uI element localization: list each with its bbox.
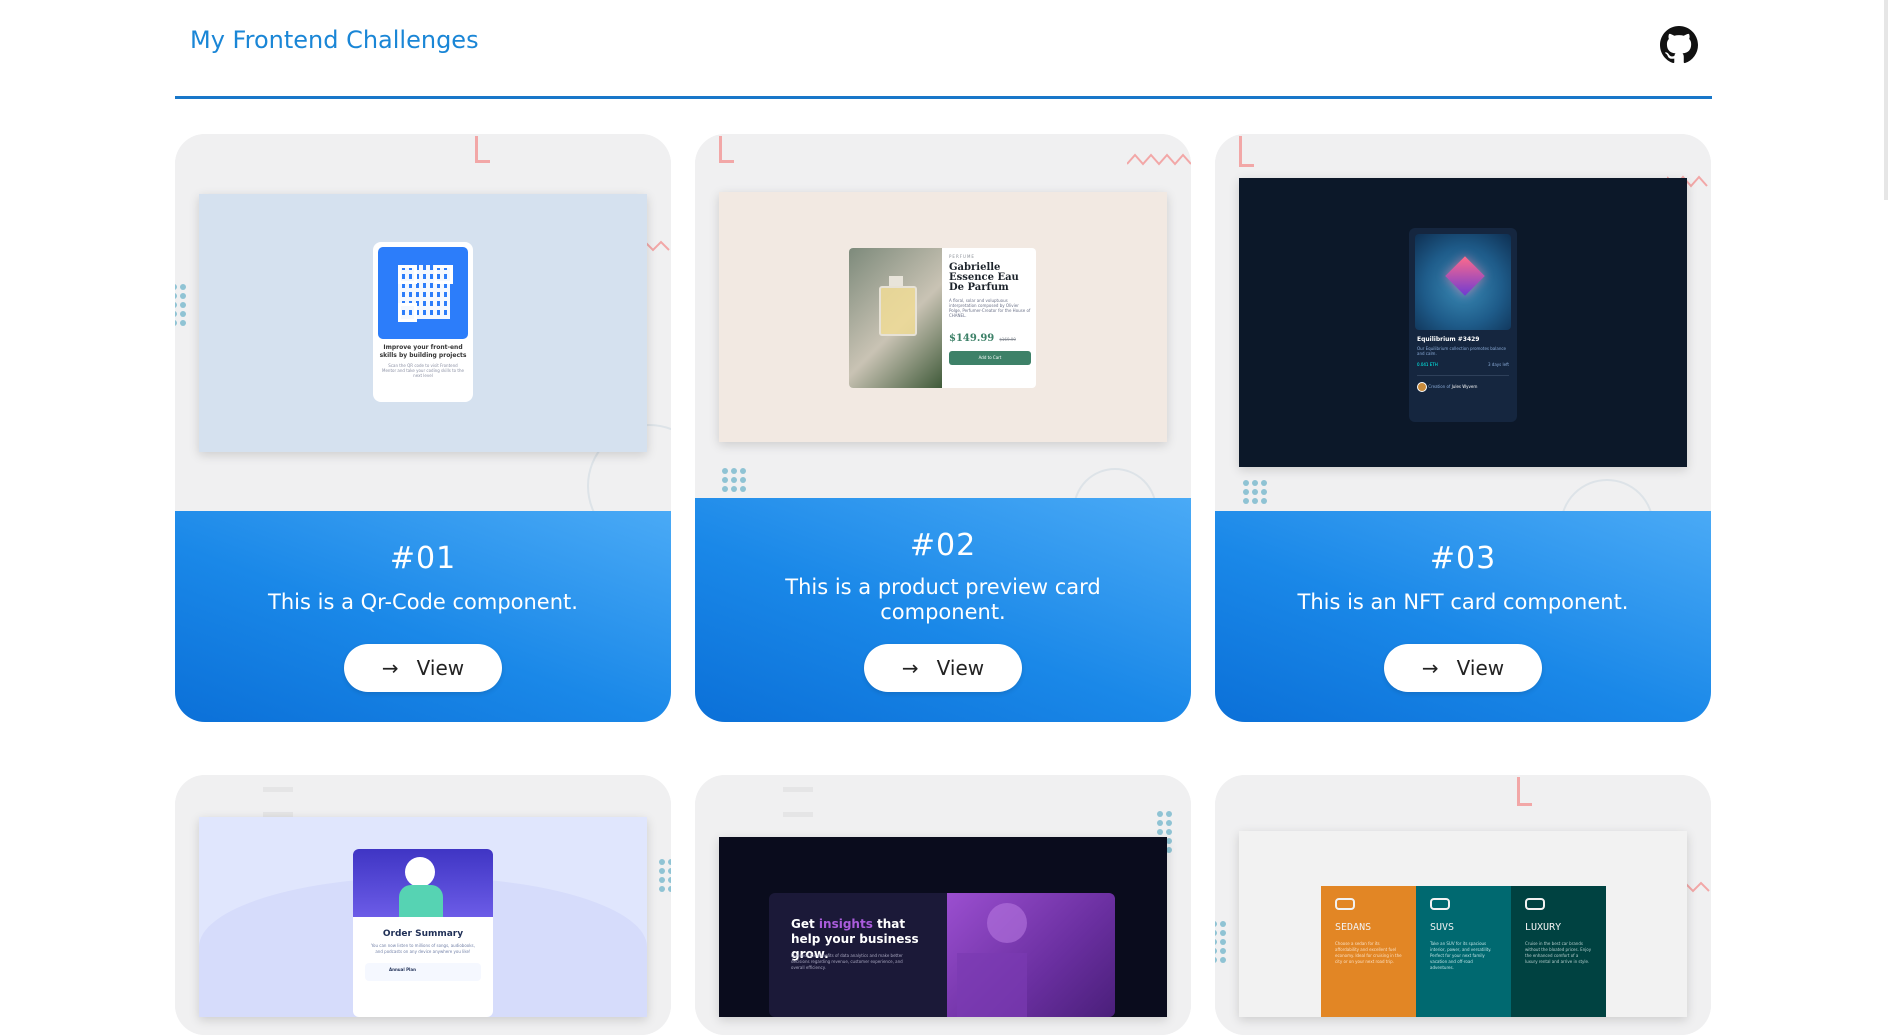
- order-summary-title: Order Summary: [382, 929, 464, 939]
- deco-dots: [175, 284, 186, 326]
- arrow-right-icon: →: [901, 656, 919, 680]
- stats-heading-accent: insights: [818, 917, 873, 931]
- col-luxury: LUXURY: [1525, 922, 1562, 933]
- stats-preview-screenshot: Get insights that help your business gro…: [719, 837, 1167, 1017]
- card-info: #01 This is a Qr-Code component. → View: [175, 511, 671, 722]
- col-suvs-text: Take an SUV for its spacious interior, p…: [1430, 941, 1492, 970]
- deco-dots: [659, 859, 671, 892]
- card-description: This is a product preview card component…: [785, 575, 1101, 624]
- view-button[interactable]: → View: [1384, 644, 1542, 692]
- view-button[interactable]: → View: [344, 644, 502, 692]
- deco-zigzag: [645, 240, 670, 252]
- scrollbar[interactable]: [1884, 0, 1888, 200]
- qr-screenshot: Improve your front-end skills by buildin…: [199, 194, 647, 452]
- challenge-card-01: Improve your front-end skills by buildin…: [175, 134, 671, 722]
- view-button-label: View: [1456, 656, 1505, 680]
- col-sedans-text: Choose a sedan for its affordability and…: [1335, 941, 1402, 964]
- deco-l-shape: [1239, 136, 1254, 167]
- challenge-card-06: SEDANS Choose a sedan for its affordabil…: [1215, 775, 1711, 1035]
- deco-circle: [1073, 468, 1157, 498]
- stats-heading-pre: Get: [791, 917, 819, 931]
- deco-lines: [263, 787, 293, 817]
- qr-text: Scan the QR code to visit Frontend Mento…: [382, 363, 464, 378]
- card-preview: Improve your front-end skills by buildin…: [175, 134, 671, 511]
- stats-text: Discover the benefits of data analytics …: [791, 953, 903, 970]
- card-preview: Equilibrium #3429 Our Equilibrium collec…: [1215, 134, 1711, 511]
- challenge-card-03: Equilibrium #3429 Our Equilibrium collec…: [1215, 134, 1711, 722]
- deco-dots: [1215, 921, 1226, 963]
- card-info: #03 This is an NFT card component. → Vie…: [1215, 511, 1711, 722]
- view-button[interactable]: → View: [864, 644, 1022, 692]
- view-button-label: View: [416, 656, 465, 680]
- col-sedans: SEDANS: [1335, 922, 1372, 933]
- suv-icon: [1430, 898, 1450, 910]
- site-title[interactable]: My Frontend Challenges: [190, 26, 479, 54]
- product-text: A floral, solar and voluptuous interpret…: [949, 298, 1031, 318]
- col-suvs: SUVS: [1430, 922, 1455, 933]
- nft-time: 3 days left: [1487, 362, 1509, 367]
- card-number: #01: [389, 541, 457, 576]
- deco-dots: [1243, 480, 1267, 504]
- card-preview: PERFUME Gabrielle Essence Eau De Parfum …: [695, 134, 1191, 498]
- card-preview: SEDANS Choose a sedan for its affordabil…: [1215, 775, 1711, 1035]
- card-preview: Get insights that help your business gro…: [695, 775, 1191, 1035]
- luxury-icon: [1525, 898, 1545, 910]
- challenge-card-02: PERFUME Gabrielle Essence Eau De Parfum …: [695, 134, 1191, 722]
- sedan-icon: [1335, 898, 1355, 910]
- product-name: Gabrielle Essence Eau De Parfum: [949, 262, 1019, 293]
- nft-text: Our Equilibrium collection promotes bala…: [1417, 346, 1507, 356]
- nft-title: Equilibrium #3429: [1417, 336, 1480, 343]
- site-header: My Frontend Challenges: [175, 0, 1712, 99]
- challenge-card-05: Get insights that help your business gro…: [695, 775, 1191, 1035]
- challenge-card-04: Order Summary You can now listen to mill…: [175, 775, 671, 1035]
- github-icon[interactable]: [1660, 26, 1698, 64]
- nft-creator: Jules Wyvern: [1451, 384, 1478, 389]
- nft-screenshot: Equilibrium #3429 Our Equilibrium collec…: [1239, 178, 1687, 467]
- product-category: PERFUME: [949, 254, 975, 259]
- arrow-right-icon: →: [381, 656, 399, 680]
- deco-lines: [783, 787, 813, 817]
- product-price: $149.99: [949, 333, 995, 344]
- order-plan: Annual Plan: [365, 963, 481, 981]
- deco-dots: [722, 468, 746, 492]
- deco-zigzag: [1685, 881, 1710, 893]
- add-to-cart-button: Add to Cart: [949, 351, 1031, 365]
- product-old-price: $169.99: [999, 337, 1016, 342]
- order-summary-text: You can now listen to millions of songs,…: [371, 943, 475, 954]
- col-luxury-text: Cruise in the best car brands without th…: [1525, 941, 1592, 964]
- card-info: #02 This is a product preview card compo…: [695, 498, 1191, 722]
- card-description: This is a Qr-Code component.: [268, 590, 578, 614]
- avatar: [1417, 382, 1427, 392]
- card-number: #02: [909, 528, 977, 563]
- qr-heading: Improve your front-end skills by buildin…: [379, 344, 467, 359]
- card-number: #03: [1429, 541, 1497, 576]
- deco-l-shape: [1517, 777, 1532, 806]
- nft-creator-prefix: Creation of: [1428, 384, 1451, 389]
- deco-l-shape: [475, 136, 490, 163]
- view-button-label: View: [936, 656, 985, 680]
- card-preview: Order Summary You can now listen to mill…: [175, 775, 671, 1035]
- car-columns-screenshot: SEDANS Choose a sedan for its affordabil…: [1239, 831, 1687, 1017]
- arrow-right-icon: →: [1421, 656, 1439, 680]
- order-summary-screenshot: Order Summary You can now listen to mill…: [199, 817, 647, 1017]
- nft-price: 0.041 ETH: [1417, 362, 1438, 367]
- card-description: This is an NFT card component.: [1297, 590, 1629, 614]
- deco-zigzag: [1127, 153, 1191, 166]
- deco-circle: [1560, 479, 1654, 511]
- product-screenshot: PERFUME Gabrielle Essence Eau De Parfum …: [719, 192, 1167, 442]
- deco-l-shape: [719, 136, 734, 163]
